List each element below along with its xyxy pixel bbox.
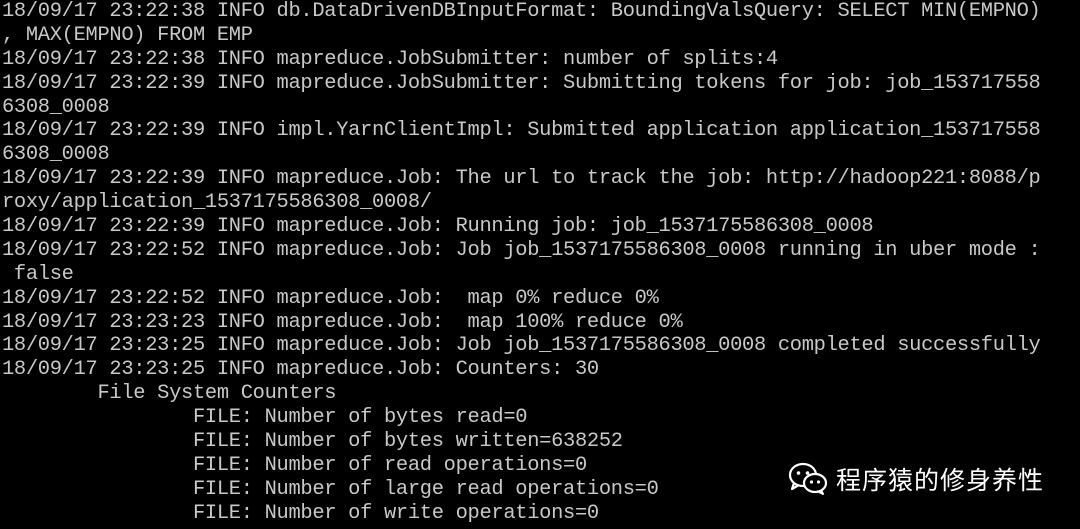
terminal-line: 18/09/17 23:22:39 INFO mapreduce.JobSubm… xyxy=(2,71,1041,95)
terminal-line: 18/09/17 23:22:39 INFO mapreduce.Job: Th… xyxy=(2,167,1041,191)
terminal-line: 18/09/17 23:22:52 INFO mapreduce.Job: ma… xyxy=(2,286,659,310)
terminal-line: roxy/application_1537175586308_0008/ xyxy=(2,191,432,215)
watermark-text: 程序猿的修身养性 xyxy=(835,466,1044,495)
terminal-line: 18/09/17 23:22:39 INFO impl.YarnClientIm… xyxy=(2,119,1041,143)
wechat-icon xyxy=(788,462,828,495)
terminal-window[interactable]: 18/09/17 23:22:38 INFO db.DataDrivenDBIn… xyxy=(0,0,1080,529)
terminal-line: 18/09/17 23:22:38 INFO db.DataDrivenDBIn… xyxy=(2,0,1041,23)
terminal-line: , MAX(EMPNO) FROM EMP xyxy=(2,23,253,47)
terminal-line: FILE: Number of bytes read=0 xyxy=(2,406,528,430)
terminal-line: FILE: Number of bytes written=638252 xyxy=(2,430,623,454)
terminal-line: 18/09/17 23:22:38 INFO mapreduce.JobSubm… xyxy=(2,47,778,71)
terminal-line: 6308_0008 xyxy=(2,143,110,167)
terminal-line: false xyxy=(2,262,74,286)
terminal-line: 18/09/17 23:23:25 INFO mapreduce.Job: Jo… xyxy=(2,334,1041,358)
watermark: 程序猿的修身养性 xyxy=(788,461,1044,497)
terminal-line: 18/09/17 23:22:52 INFO mapreduce.Job: Jo… xyxy=(2,238,1041,262)
terminal-line: 6308_0008 xyxy=(2,95,110,119)
terminal-line: FILE: Number of write operations=0 xyxy=(2,501,599,525)
terminal-output: 18/09/17 23:22:38 INFO db.DataDrivenDBIn… xyxy=(2,0,1041,526)
terminal-line: File System Counters xyxy=(2,382,337,406)
terminal-line: 18/09/17 23:23:23 INFO mapreduce.Job: ma… xyxy=(2,310,683,334)
terminal-line: 18/09/17 23:22:39 INFO mapreduce.Job: Ru… xyxy=(2,215,874,239)
terminal-line: 18/09/17 23:23:25 INFO mapreduce.Job: Co… xyxy=(2,358,599,382)
